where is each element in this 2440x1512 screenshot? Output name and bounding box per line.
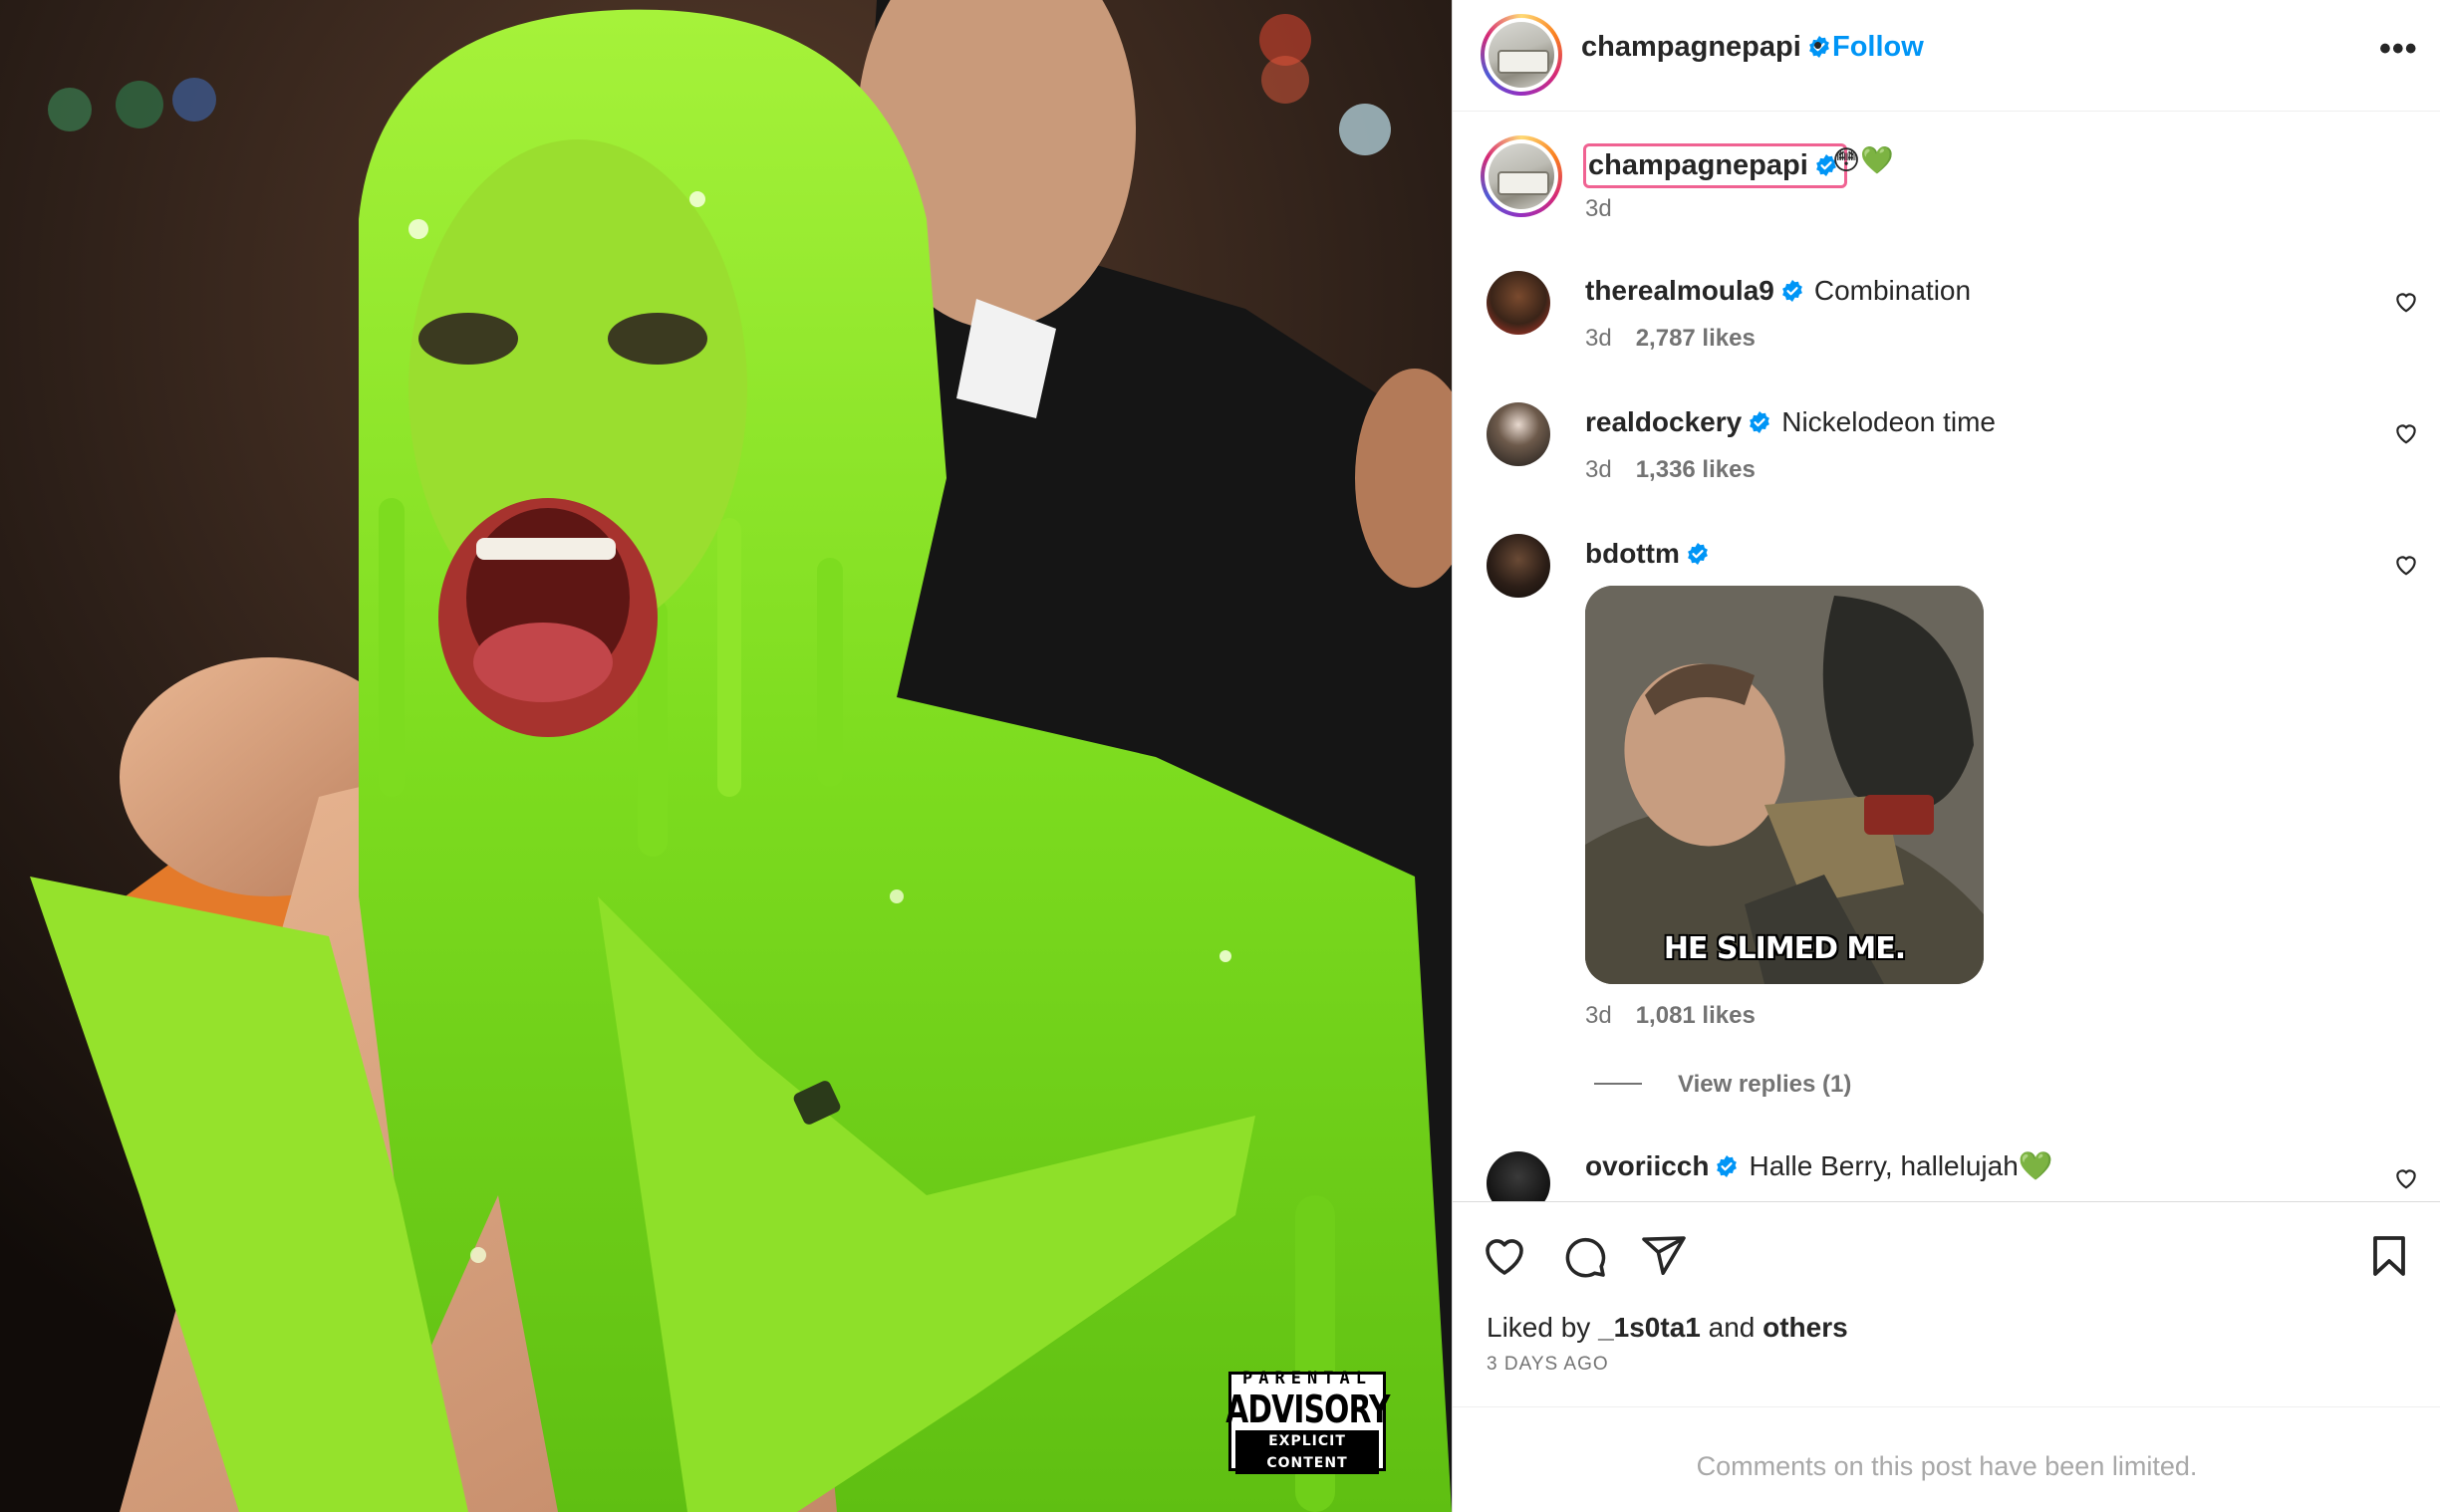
commenter-avatar[interactable] (1487, 1151, 1550, 1201)
liked-by-and: and (1708, 1312, 1756, 1343)
more-options-icon[interactable]: ••• (2379, 32, 2418, 66)
post-actions: Liked by _1s0ta1 and others 3 DAYS AGO (1453, 1201, 2440, 1406)
comment-text: Nickelodeon time (1781, 406, 1996, 437)
comment-line: ovoriicch Halle Berry, hallelujah💚 (1585, 1149, 2053, 1182)
slime-photo (0, 0, 1452, 1512)
caption-avatar[interactable] (1481, 135, 1562, 217)
post-viewer: PARENTAL ADVISORY EXPLICIT CONTENT champ… (0, 0, 2440, 1512)
heart-icon[interactable] (2393, 420, 2419, 446)
comment-time: 3d (1585, 325, 1612, 352)
liked-by-others[interactable]: others (1762, 1312, 1848, 1343)
advisory-line-1: PARENTAL (1242, 1369, 1372, 1388)
advisory-line-2: ADVISORY (1224, 1387, 1390, 1431)
comment-text: Combination (1813, 275, 1972, 306)
verified-icon (1717, 1155, 1738, 1177)
caption-time: 3d (1585, 195, 1612, 222)
avatar-image (1489, 22, 1554, 88)
caption-text: 😳💚 (1832, 145, 1894, 175)
post-image[interactable]: PARENTAL ADVISORY EXPLICIT CONTENT (0, 0, 1452, 1512)
gif-caption: HE SLIMED ME. (1663, 931, 1906, 966)
replies-divider (1594, 1083, 1642, 1085)
comments-limited-notice: Comments on this post have been limited. (1453, 1406, 2440, 1512)
author-username: champagnepapi (1581, 31, 1801, 63)
view-replies-button[interactable]: View replies (1) (1594, 1071, 1851, 1099)
comment-likes[interactable]: 2,787 likes (1636, 325, 1756, 352)
comment-meta: 3d 1,081 likes (1585, 1002, 1756, 1030)
post-header: champagnepapi • Follow ••• (1453, 0, 2440, 112)
verified-icon (1781, 280, 1802, 302)
commenter-username[interactable]: therealmoula9 (1585, 275, 1774, 306)
commenter-avatar[interactable] (1487, 402, 1550, 466)
commenter-avatar[interactable] (1487, 534, 1550, 598)
caption-username-link[interactable]: champagnepapi (1583, 143, 1847, 188)
heart-icon[interactable] (1481, 1232, 1528, 1280)
post-time[interactable]: 3 DAYS AGO (1487, 1354, 1609, 1376)
commenter-avatar[interactable] (1487, 271, 1550, 335)
comment-icon[interactable] (1560, 1232, 1608, 1280)
comment-time: 3d (1585, 456, 1612, 483)
follow-button[interactable]: Follow (1832, 31, 1924, 64)
commenter-username[interactable]: ovoriicch (1585, 1150, 1709, 1181)
author-avatar[interactable] (1481, 14, 1562, 96)
heart-icon[interactable] (2393, 1165, 2419, 1191)
comment-item: ovoriicch Halle Berry, hallelujah💚 (1453, 1147, 2440, 1201)
verified-icon (1687, 543, 1708, 565)
commenter-username[interactable]: realdockery (1585, 406, 1742, 437)
post-panel: champagnepapi • Follow ••• champagnepapi… (1452, 0, 2440, 1512)
share-icon[interactable] (1640, 1232, 1688, 1280)
commenter-username[interactable]: bdottm (1585, 538, 1680, 569)
comment-gif[interactable]: HE SLIMED ME. (1585, 586, 1984, 984)
header-separator: • (1813, 30, 1823, 60)
view-replies-label: View replies (1) (1678, 1071, 1852, 1098)
comment-line: realdockery Nickelodeon time (1585, 406, 1996, 438)
advisory-line-3: EXPLICIT CONTENT (1235, 1430, 1379, 1474)
caption-username: champagnepapi (1588, 149, 1808, 181)
comment-text: Halle Berry, hallelujah💚 (1749, 1150, 2053, 1181)
liked-by-user[interactable]: _1s0ta1 (1598, 1312, 1701, 1343)
avatar-image (1489, 143, 1554, 209)
author-username-link[interactable]: champagnepapi (1581, 31, 1831, 64)
verified-icon (1750, 411, 1770, 433)
comment-time: 3d (1585, 1002, 1612, 1029)
comment-meta: 3d 1,336 likes (1585, 456, 1756, 484)
comment-line: bdottm (1585, 538, 1710, 570)
comment-likes[interactable]: 1,081 likes (1636, 1002, 1756, 1029)
comment-line: therealmoula9 Combination (1585, 275, 1971, 307)
heart-icon[interactable] (2393, 552, 2419, 578)
heart-icon[interactable] (2393, 289, 2419, 315)
bookmark-icon[interactable] (2365, 1232, 2413, 1280)
liked-by-prefix: Liked by (1487, 1312, 1591, 1343)
parental-advisory-label: PARENTAL ADVISORY EXPLICIT CONTENT (1224, 1369, 1390, 1474)
liked-by: Liked by _1s0ta1 and others (1487, 1312, 1848, 1344)
comment-likes[interactable]: 1,336 likes (1636, 456, 1756, 483)
comment-meta: 3d 2,787 likes (1585, 325, 1756, 353)
gif-image (1585, 586, 1984, 984)
